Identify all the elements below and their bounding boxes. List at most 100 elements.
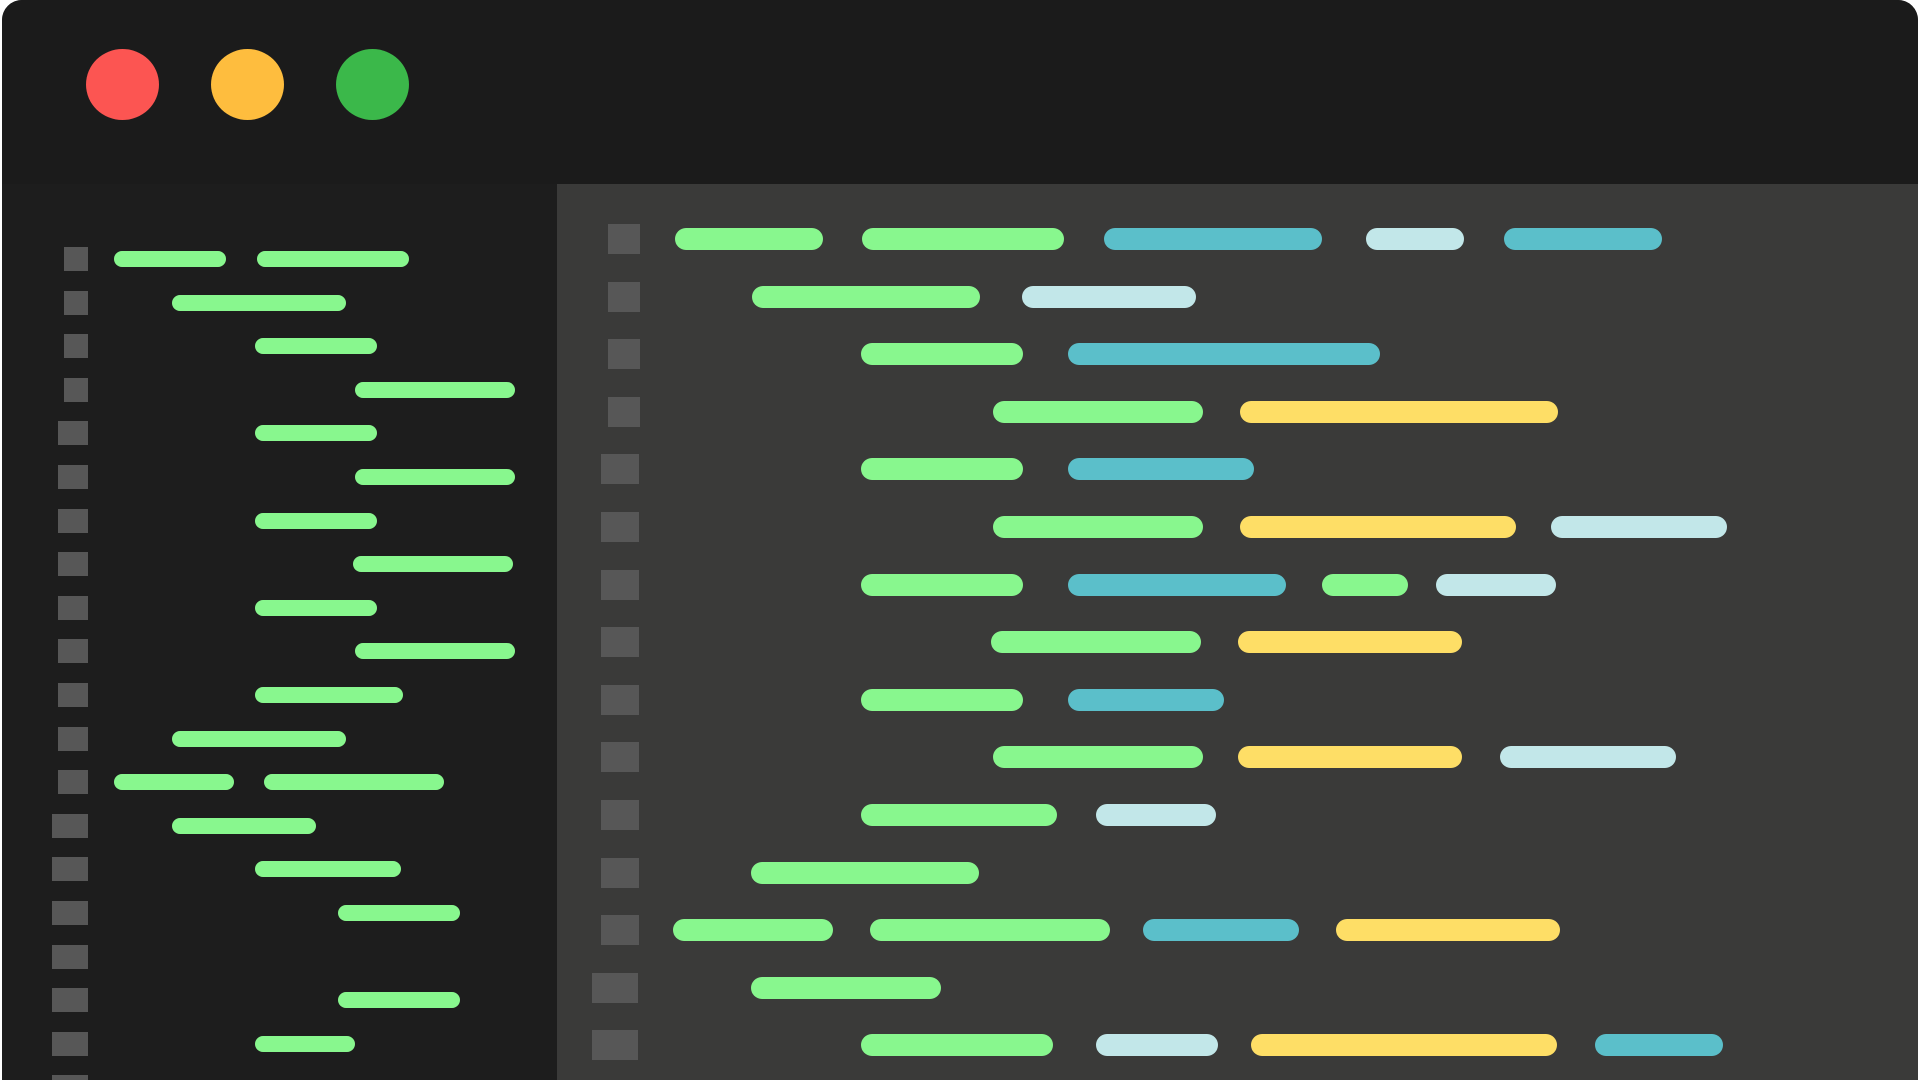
line-number-marker	[592, 1030, 638, 1061]
code-editor-window	[2, 0, 1918, 1080]
code-token	[1322, 573, 1408, 596]
code-token	[1096, 1034, 1218, 1057]
line-marker	[52, 988, 88, 1013]
line-marker	[52, 901, 88, 925]
code-token	[991, 631, 1201, 654]
code-token	[861, 343, 1023, 366]
file-tree-entry[interactable]	[355, 469, 515, 485]
line-marker	[58, 726, 88, 751]
file-tree-entry[interactable]	[255, 338, 377, 355]
line-marker	[52, 1075, 88, 1080]
line-marker	[52, 813, 88, 838]
file-tree-entry[interactable]	[255, 861, 401, 878]
line-marker	[52, 944, 88, 969]
file-tree-entry[interactable]	[264, 774, 444, 791]
code-token	[1068, 688, 1224, 711]
code-token	[1500, 746, 1676, 769]
line-marker	[52, 857, 88, 882]
line-number-marker	[601, 569, 639, 600]
close-button[interactable]	[86, 49, 159, 120]
line-marker	[64, 290, 88, 315]
code-token	[1336, 919, 1560, 942]
code-token	[1068, 343, 1380, 366]
line-number-marker	[608, 281, 640, 312]
file-tree-entry[interactable]	[172, 817, 316, 834]
code-token	[1238, 746, 1462, 769]
line-marker	[64, 377, 88, 402]
code-token	[1366, 228, 1464, 250]
code-token	[993, 516, 1203, 538]
code-token	[861, 688, 1023, 711]
file-tree-entry[interactable]	[338, 905, 460, 921]
line-number-marker	[601, 512, 639, 542]
line-number-marker	[601, 742, 639, 773]
code-token	[870, 919, 1110, 942]
file-tree-entry[interactable]	[353, 556, 513, 573]
line-number-marker	[601, 800, 639, 830]
code-token	[1240, 400, 1558, 423]
code-token	[1143, 919, 1299, 942]
code-token	[1022, 285, 1196, 308]
file-tree-entry[interactable]	[355, 381, 515, 398]
code-token	[1240, 516, 1516, 538]
line-marker	[58, 421, 88, 446]
line-marker	[58, 508, 88, 533]
line-number-marker	[601, 627, 639, 658]
code-token	[1238, 631, 1462, 654]
line-marker	[64, 247, 88, 271]
code-token	[1096, 804, 1216, 826]
code-token	[1551, 516, 1727, 538]
minimize-button[interactable]	[211, 49, 284, 120]
file-tree-entry[interactable]	[172, 294, 346, 311]
line-marker	[58, 770, 88, 795]
file-tree-entry[interactable]	[255, 425, 377, 442]
line-number-marker	[601, 454, 639, 485]
line-marker	[58, 552, 88, 577]
code-token	[751, 861, 979, 884]
line-number-marker	[601, 684, 639, 715]
line-marker	[64, 334, 88, 359]
file-tree-entry[interactable]	[255, 687, 403, 703]
file-tree-entry[interactable]	[114, 251, 226, 267]
line-number-marker	[608, 339, 640, 370]
code-editor-pane	[557, 184, 1918, 1080]
line-number-marker	[601, 915, 639, 946]
code-token	[1068, 573, 1286, 596]
code-token	[1504, 228, 1662, 250]
code-token	[752, 285, 980, 308]
line-number-marker	[592, 972, 638, 1003]
file-tree-entry[interactable]	[338, 992, 460, 1009]
file-tree-entry[interactable]	[255, 599, 377, 616]
code-token	[993, 400, 1203, 423]
line-number-marker	[608, 396, 640, 427]
file-tree-panel	[2, 184, 557, 1080]
code-token	[861, 804, 1057, 826]
file-tree-entry[interactable]	[114, 774, 234, 791]
code-token	[675, 228, 823, 250]
zoom-button[interactable]	[336, 49, 409, 120]
code-token	[1104, 228, 1322, 250]
line-marker	[58, 683, 88, 707]
file-tree-entry[interactable]	[355, 643, 515, 660]
code-token	[861, 1034, 1053, 1057]
code-token	[1068, 458, 1254, 481]
line-number-marker	[601, 857, 639, 888]
title-bar	[2, 0, 1918, 184]
code-token	[1595, 1034, 1723, 1057]
line-marker	[52, 1031, 88, 1056]
line-marker	[58, 595, 88, 620]
code-token	[861, 458, 1023, 481]
file-tree-entry[interactable]	[257, 251, 409, 267]
code-token	[1436, 573, 1556, 596]
code-token	[751, 976, 941, 999]
code-token	[1251, 1034, 1557, 1057]
line-number-marker	[608, 224, 640, 254]
file-tree-entry[interactable]	[255, 1035, 355, 1052]
line-marker	[58, 639, 88, 664]
line-marker	[58, 465, 88, 489]
code-token	[673, 919, 833, 942]
code-token	[861, 573, 1023, 596]
code-token	[862, 228, 1064, 250]
file-tree-entry[interactable]	[255, 512, 377, 529]
file-tree-entry[interactable]	[172, 730, 346, 747]
